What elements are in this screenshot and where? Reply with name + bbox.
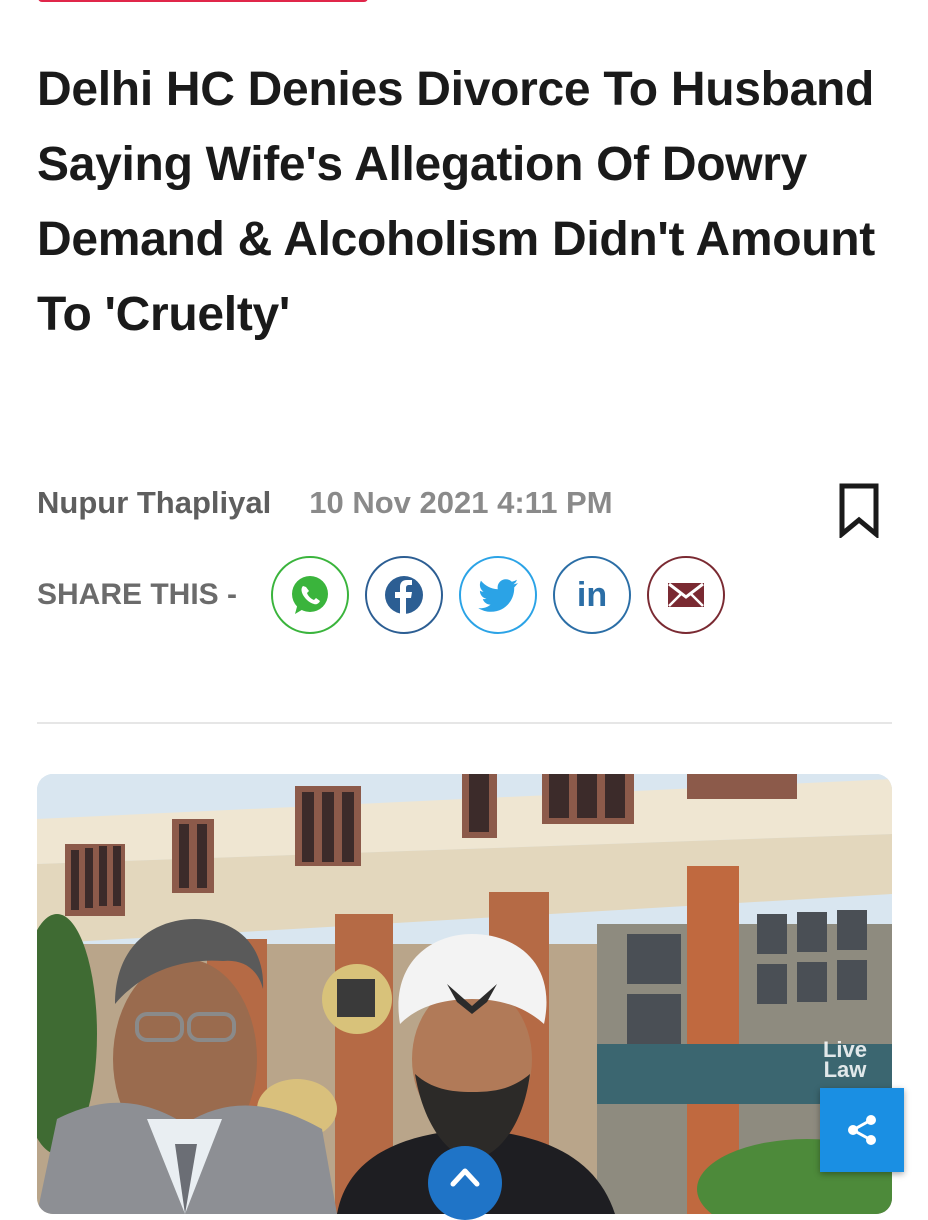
twitter-icon [478, 579, 519, 612]
share-whatsapp-button[interactable] [271, 556, 350, 634]
facebook-icon [385, 576, 424, 614]
category-tag[interactable] [38, 0, 368, 2]
share-bar: SHARE THIS - in [37, 553, 741, 637]
watermark-logo: Live Law [822, 1037, 868, 1082]
floating-share-button[interactable] [820, 1088, 904, 1172]
share-facebook-button[interactable] [365, 556, 444, 634]
email-icon [668, 582, 705, 607]
linkedin-icon: in [576, 576, 608, 614]
whatsapp-icon [292, 576, 329, 614]
share-email-button[interactable] [647, 556, 726, 634]
publish-date: 10 Nov 2021 4:11 PM [309, 485, 613, 520]
share-twitter-button[interactable] [459, 556, 538, 634]
article-headline: Delhi HC Denies Divorce To Husband Sayin… [37, 63, 875, 341]
scroll-to-top-button[interactable] [428, 1146, 502, 1220]
bookmark-icon[interactable] [837, 482, 881, 540]
share-icon [848, 1115, 876, 1145]
share-linkedin-button[interactable]: in [553, 556, 632, 634]
article-meta: Nupur Thapliyal 10 Nov 2021 4:11 PM [37, 478, 887, 540]
author-name[interactable]: Nupur Thapliyal [37, 485, 271, 521]
divider [37, 722, 892, 724]
chevron-up-icon [450, 1168, 480, 1187]
share-label: SHARE THIS - [37, 578, 238, 611]
